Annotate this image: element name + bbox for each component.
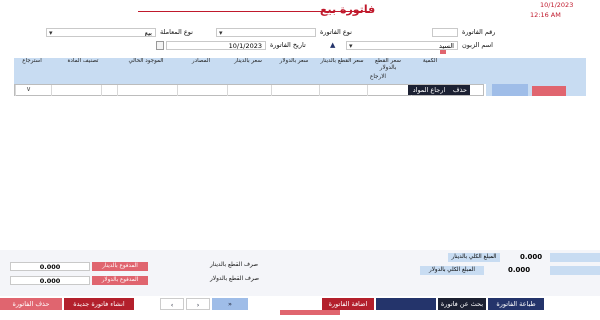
total-dollar-unit <box>550 266 600 275</box>
accent-bar <box>532 86 566 96</box>
customer-name-label: اسم الزبون <box>462 41 493 49</box>
customer-name-value: السيد <box>439 42 454 50</box>
col-header-quantity: الكمية <box>422 58 438 64</box>
paid-dinar-label: المدفوع بالدينار <box>92 262 148 271</box>
save-invoice-strip <box>376 298 436 310</box>
exchange-dinar-label: صرف القطع بالدينار <box>210 262 259 268</box>
total-dollar-label: المبلغ الكلي بالدولار <box>420 266 484 275</box>
grid-cell[interactable] <box>51 85 101 96</box>
col-header-return: استرجاع <box>22 58 42 64</box>
delete-invoice-button[interactable]: حذف الفاتورة <box>0 298 62 310</box>
items-grid: الكمية سعر القطع بالدولار سعر القطع بالد… <box>0 58 600 250</box>
exchange-dollar-label: صرف القطع بالدولار <box>210 276 260 282</box>
search-invoice-button[interactable]: بحث عن فاتورة <box>438 298 486 310</box>
paid-dinar-value: 0.000 <box>39 263 61 271</box>
total-dollar-value: 0.000 <box>508 266 531 274</box>
grid-cell[interactable] <box>101 85 117 96</box>
delete-row-button[interactable]: حذف <box>450 85 470 95</box>
action-bar: طباعة الفاتورة بحث عن فاتورة اضافة الفات… <box>0 296 600 320</box>
nav-next-button[interactable]: › <box>186 298 210 310</box>
paid-dollar-field[interactable]: 0.000 <box>10 276 90 285</box>
col-header-price-dollar: سعر بالدولار <box>279 58 309 64</box>
nav-last-button[interactable]: » <box>212 298 248 310</box>
invoice-date-value: 10/1/2023 <box>228 42 262 50</box>
red-strip <box>280 310 340 315</box>
status-indicator <box>440 50 446 54</box>
save-invoice-button[interactable]: اضافة الفاتورة <box>322 298 374 310</box>
print-invoice-button[interactable]: طباعة الفاتورة <box>488 298 544 310</box>
invoice-no-label: رقم الفاتورة <box>462 28 496 36</box>
grid-cell[interactable] <box>319 85 367 96</box>
customer-name-dropdown[interactable]: السيد <box>346 41 458 50</box>
col-header-current-stock: الموجود الحالي <box>128 58 164 64</box>
date-text: 10/1/2023 <box>540 1 574 9</box>
grid-cell[interactable] <box>227 85 271 96</box>
invoice-date-label: تاريخ الفاتورة <box>270 41 306 49</box>
grid-cell[interactable] <box>177 85 227 96</box>
total-dinar-value: 0.000 <box>520 253 543 261</box>
totals-area: المبلغ الكلي بالدينار 0.000 المبلغ الكلي… <box>0 250 600 296</box>
nav-prev-button[interactable]: ‹ <box>160 298 184 310</box>
paid-dollar-label: المدفوع بالدولار <box>92 276 148 285</box>
invoice-type-label: نوع الفاتورة <box>320 28 352 36</box>
invoice-date-icon[interactable] <box>156 41 164 50</box>
col-header-unit-price-dollar: سعر القطع بالدولار <box>375 58 401 71</box>
return-material-button[interactable]: ارجاع المواد <box>408 85 450 95</box>
paid-dollar-value: 0.000 <box>39 277 61 285</box>
invoice-date-field[interactable]: 10/1/2023 <box>166 41 266 50</box>
chevron-down-icon[interactable]: ∨ <box>26 85 31 93</box>
total-dinar-unit <box>550 253 600 262</box>
transaction-type-dropdown[interactable]: بيع <box>46 28 156 37</box>
transaction-type-label: نوع المعاملة <box>160 28 193 36</box>
light-bar <box>492 84 528 96</box>
col-header-unit-price-dinar: سعر القطع بالدينار <box>320 58 364 64</box>
grid-cell[interactable] <box>367 85 411 96</box>
new-invoice-button[interactable]: انشاء فاتورة جديدة <box>64 298 134 310</box>
header-form: رقم الفاتورة نوع الفاتورة نوع المعاملة ب… <box>0 22 600 58</box>
transaction-type-value: بيع <box>144 29 152 37</box>
col-sub-header-return: الارجاع <box>370 74 386 80</box>
customer-select-icon[interactable]: ▲ <box>330 41 335 49</box>
col-header-sources: المصادر <box>191 58 211 64</box>
col-header-category: تصنيف المادة <box>67 58 99 64</box>
window-title: فاتورة بيع <box>320 3 376 16</box>
col-header-price-dinar: سعر بالدينار <box>234 58 262 64</box>
grid-cell[interactable] <box>117 85 177 96</box>
total-dinar-label: المبلغ الكلي بالدينار <box>448 253 500 262</box>
time-text: 12:16 AM <box>530 11 561 19</box>
grid-cell[interactable]: ∨ <box>15 85 51 96</box>
paid-dinar-field[interactable]: 0.000 <box>10 262 90 271</box>
title-bar: فاتورة بيع 10/1/2023 12:16 AM <box>0 0 600 22</box>
grid-cell[interactable] <box>271 85 319 96</box>
invoice-no-field[interactable] <box>432 28 458 37</box>
invoice-type-dropdown[interactable] <box>216 28 316 37</box>
